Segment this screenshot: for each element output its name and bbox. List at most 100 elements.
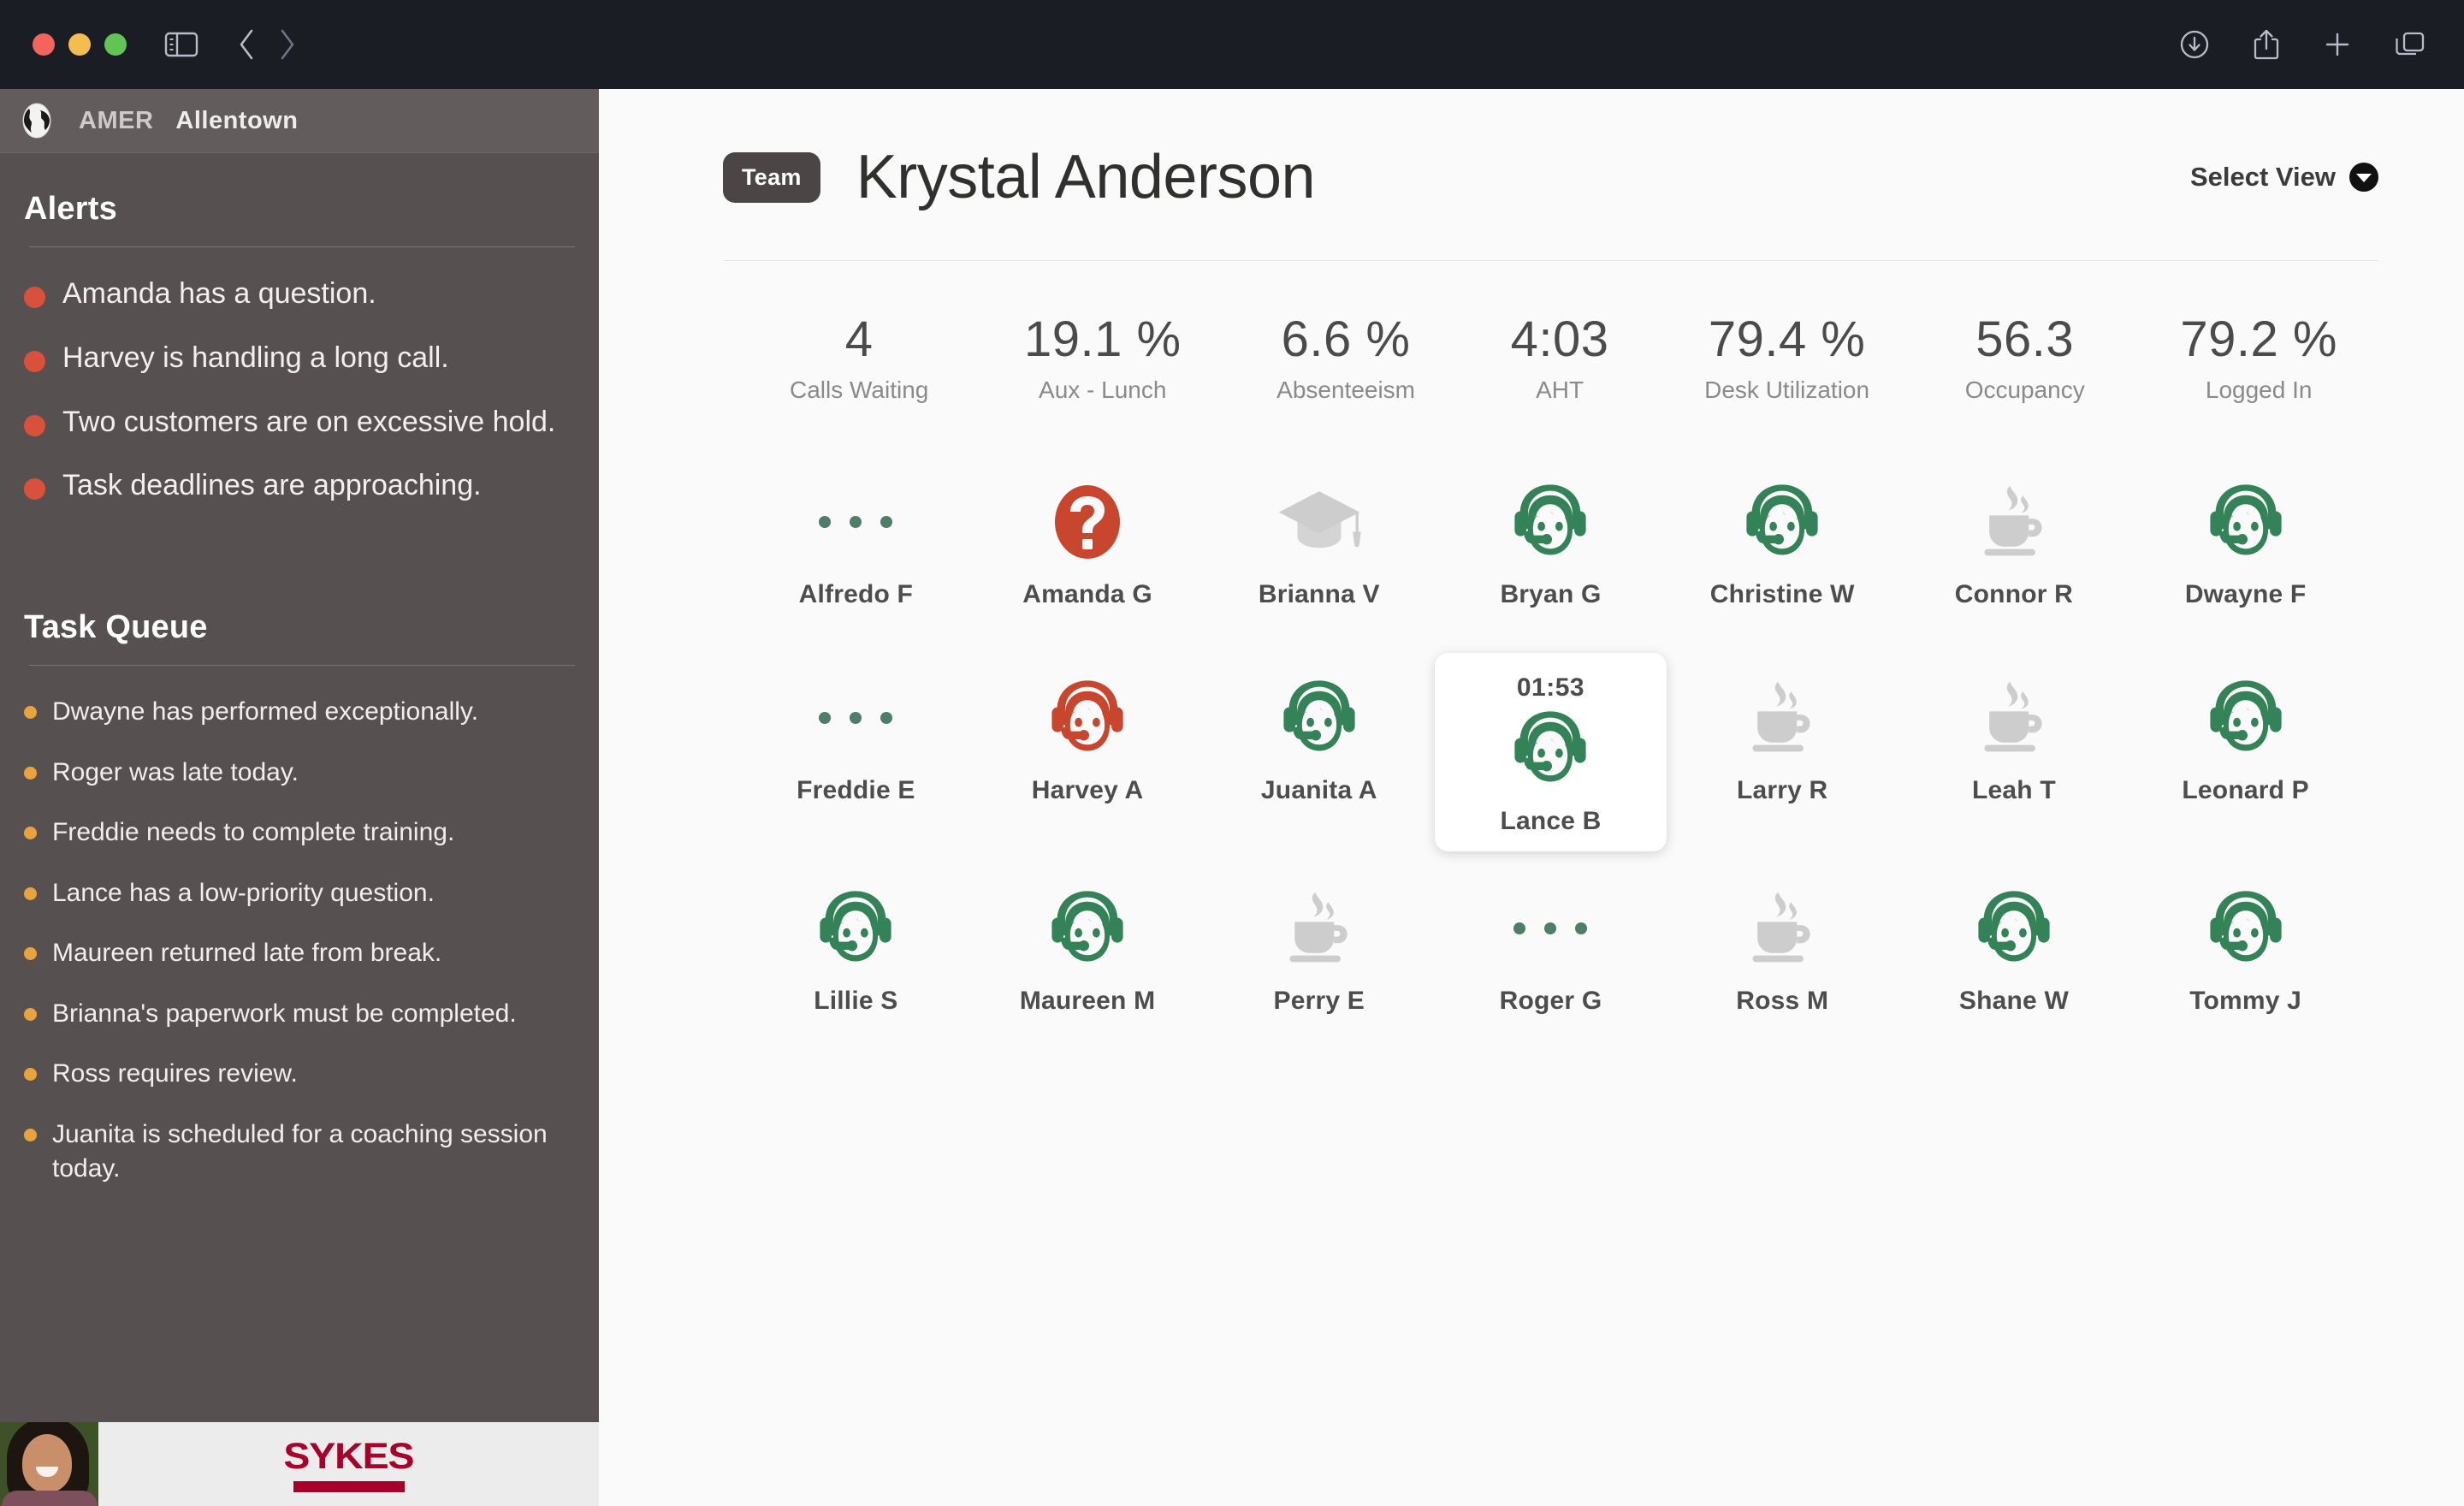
agent-card[interactable]: Tommy J xyxy=(2129,863,2361,1047)
task-item[interactable]: Ross requires review. xyxy=(24,1057,575,1092)
agent-card[interactable]: Amanda G xyxy=(972,457,1204,641)
close-window-button[interactable] xyxy=(33,33,55,56)
agent-card[interactable]: Roger G xyxy=(1435,863,1667,1047)
alert-item[interactable]: Amanda has a question. xyxy=(24,276,575,311)
task-text: Brianna's paperwork must be completed. xyxy=(52,999,517,1028)
agent-status-icon xyxy=(1506,704,1595,793)
agent-card[interactable]: Connor R xyxy=(1898,457,2130,641)
downloads-icon[interactable] xyxy=(2178,28,2211,61)
task-item[interactable]: Maureen returned late from break. xyxy=(24,936,575,971)
alert-bullet-icon xyxy=(24,478,45,501)
left-sidebar: AMER Allentown Alerts Amanda has a quest… xyxy=(0,89,599,1506)
sidebar-location-bar[interactable]: AMER Allentown xyxy=(0,89,599,153)
task-queue-divider xyxy=(29,665,575,667)
task-item[interactable]: Brianna's paperwork must be completed. xyxy=(24,997,575,1032)
app-body: AMER Allentown Alerts Amanda has a quest… xyxy=(0,89,2464,1506)
agent-card[interactable]: Larry R xyxy=(1667,653,1898,851)
offline-dots-icon xyxy=(819,711,893,724)
agent-card[interactable]: Christine W xyxy=(1667,457,1898,641)
team-header: Team Krystal Anderson Select View xyxy=(723,142,2378,261)
task-text: Roger was late today. xyxy=(52,757,299,786)
sidebar-toggle-icon[interactable] xyxy=(164,31,198,58)
agent-name: Juanita A xyxy=(1260,775,1377,804)
kpi-label: Occupancy xyxy=(1964,376,2085,403)
new-tab-icon[interactable] xyxy=(2322,29,2353,60)
select-view-dropdown[interactable]: Select View xyxy=(2190,162,2378,193)
agent-card[interactable]: Shane W xyxy=(1898,863,2130,1047)
share-icon[interactable] xyxy=(2252,27,2281,62)
agent-status-icon xyxy=(2201,673,2290,762)
agent-name: Roger G xyxy=(1499,986,1602,1015)
task-item[interactable]: Freddie needs to complete training. xyxy=(24,815,575,851)
agent-name: Perry E xyxy=(1273,986,1365,1015)
agent-card[interactable]: Alfredo F xyxy=(740,457,972,641)
agent-name: Shane W xyxy=(1958,986,2069,1015)
kpi-value: 6.6 % xyxy=(1281,311,1411,367)
agent-grid: Alfredo F Amanda G Brianna V Bryan G Chr… xyxy=(723,457,2378,1047)
agent-name: Dwayne F xyxy=(2184,579,2307,608)
kpi-value: 79.4 % xyxy=(1708,311,1866,367)
agent-card[interactable]: Bryan G xyxy=(1435,457,1667,641)
kpi-occupancy: 56.3 Occupancy xyxy=(1964,313,2085,404)
agent-name: Tommy J xyxy=(2189,986,2302,1015)
kpi-logged-in: 79.2 % Logged In xyxy=(2180,313,2337,404)
minimize-window-button[interactable] xyxy=(68,33,91,56)
agent-timer: 01:53 xyxy=(1516,673,1585,702)
alert-item[interactable]: Two customers are on excessive hold. xyxy=(24,405,575,440)
agent-status-icon xyxy=(1513,884,1588,973)
task-bullet-icon xyxy=(24,1128,37,1141)
team-badge[interactable]: Team xyxy=(723,151,820,203)
window-controls xyxy=(33,33,127,56)
agent-name: Bryan G xyxy=(1500,579,1602,608)
task-bullet-icon xyxy=(24,766,37,780)
task-item[interactable]: Dwayne has performed exceptionally. xyxy=(24,695,575,730)
agent-card[interactable]: Ross M xyxy=(1667,863,1898,1047)
agent-card[interactable]: Harvey A xyxy=(972,653,1204,851)
agent-name: Amanda G xyxy=(1022,579,1152,608)
task-item[interactable]: Lance has a low-priority question. xyxy=(24,876,575,911)
task-item[interactable]: Roger was late today. xyxy=(24,756,575,791)
agent-status-icon xyxy=(1043,673,1132,762)
alert-item[interactable]: Harvey is handling a long call. xyxy=(24,341,575,376)
agent-card[interactable]: Maureen M xyxy=(972,863,1204,1047)
user-avatar-photo[interactable] xyxy=(0,1422,98,1506)
agent-status-icon xyxy=(819,477,893,566)
kpi-value: 19.1 % xyxy=(1023,311,1182,367)
task-queue-section: Task Queue Dwayne has performed exceptio… xyxy=(0,572,599,1213)
alerts-list: Amanda has a question. Harvey is handlin… xyxy=(24,276,575,503)
agent-name: Harvey A xyxy=(1031,775,1144,804)
task-list: Dwayne has performed exceptionally. Roge… xyxy=(24,695,575,1187)
site-label: Allentown xyxy=(175,106,299,134)
kpi-aht: 4:03 AHT xyxy=(1510,311,1609,404)
agent-card[interactable]: Leonard P xyxy=(2129,653,2361,851)
kpi-label: Aux - Lunch xyxy=(1039,376,1167,403)
task-item[interactable]: Juanita is scheduled for a coaching sess… xyxy=(24,1118,575,1187)
kpi-label: Absenteeism xyxy=(1276,376,1416,403)
alert-bullet-icon xyxy=(24,350,45,372)
forward-arrow-icon[interactable] xyxy=(275,27,298,62)
agent-name: Lance B xyxy=(1500,806,1602,835)
agent-card[interactable]: 01:53 Lance B xyxy=(1435,652,1667,851)
agent-card[interactable]: Leah T xyxy=(1898,653,2130,851)
back-arrow-icon[interactable] xyxy=(236,27,258,62)
alert-item[interactable]: Task deadlines are approaching. xyxy=(24,468,575,503)
agent-card[interactable]: Brianna V xyxy=(1203,457,1435,641)
agent-card[interactable]: Lillie S xyxy=(740,863,972,1047)
tab-overview-icon[interactable] xyxy=(2394,29,2426,60)
agent-card[interactable]: Perry E xyxy=(1203,863,1435,1047)
agent-status-icon xyxy=(1741,673,1823,762)
kpi-value: 4:03 xyxy=(1510,311,1609,367)
task-text: Ross requires review. xyxy=(52,1059,298,1088)
agent-card[interactable]: Dwayne F xyxy=(2129,457,2361,641)
kpi-calls-waiting: 4 Calls Waiting xyxy=(790,313,928,404)
main-content: Team Krystal Anderson Select View 4 Call… xyxy=(599,89,2464,1506)
agent-name: Brianna V xyxy=(1258,579,1380,608)
agent-card[interactable]: Freddie E xyxy=(740,653,972,851)
kpi-aux-lunch: 19.1 % Aux - Lunch xyxy=(1023,311,1182,404)
zoom-window-button[interactable] xyxy=(104,33,127,56)
agent-name: Maureen M xyxy=(1019,986,1156,1015)
agent-name: Alfredo F xyxy=(798,579,914,608)
offline-dots-icon xyxy=(819,515,893,528)
agent-card[interactable]: Juanita A xyxy=(1203,653,1435,851)
agent-status-icon xyxy=(1045,477,1130,566)
